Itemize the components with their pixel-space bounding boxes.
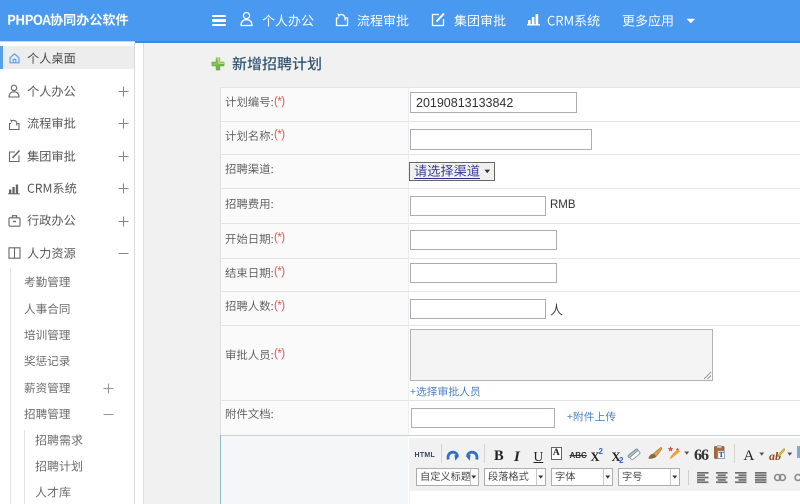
svg-text:T: T xyxy=(718,450,723,459)
